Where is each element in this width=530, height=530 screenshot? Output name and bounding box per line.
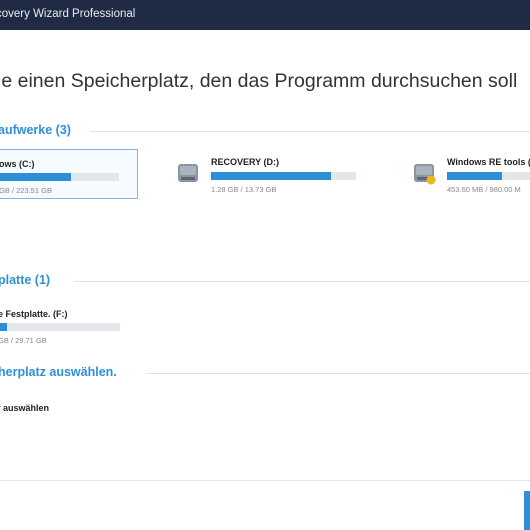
- drive-name: ows (C:): [0, 159, 35, 169]
- hard-drive-icon: [178, 164, 198, 182]
- location-section-header: herplatz auswählen.: [0, 365, 530, 385]
- windows-badge-icon: [426, 175, 436, 185]
- drive-c-card[interactable]: ows (C:) GB / 223.51 GB: [0, 149, 138, 199]
- drive-name: Windows RE tools (*: [447, 157, 530, 167]
- select-folder-option[interactable]: r auswählen: [0, 403, 49, 413]
- drive-usage-bar: [0, 323, 120, 331]
- drive-f-card[interactable]: e Festplatte. (F:) GB / 29.71 GB: [0, 300, 136, 348]
- drive-usage-fill: [0, 173, 71, 181]
- drive-d-card[interactable]: RECOVERY (D:) 1.28 GB / 13.73 GB: [174, 149, 374, 197]
- location-section-title: herplatz auswählen.: [0, 365, 127, 379]
- drive-usage-fill: [0, 323, 7, 331]
- hard-drive-icon: [414, 164, 436, 185]
- title-bar: covery Wizard Professional: [0, 0, 530, 30]
- drive-size: GB / 29.71 GB: [0, 336, 47, 345]
- drive-usage-fill: [447, 172, 503, 180]
- drive-size: 1.28 GB / 13.73 GB: [211, 185, 277, 194]
- drive-usage-bar: [0, 173, 119, 181]
- drive-re-tools-card[interactable]: Windows RE tools (* 453.60 MB / 980.00 M: [410, 149, 530, 197]
- drives-section-title: aufwerke (3): [0, 123, 81, 137]
- window-title: covery Wizard Professional: [0, 8, 136, 20]
- footer-divider: [0, 480, 530, 481]
- drive-name: RECOVERY (D:): [211, 157, 280, 167]
- drive-size: 453.60 MB / 980.00 M: [447, 185, 521, 194]
- drive-usage-bar: [211, 172, 356, 180]
- drives-section-header: aufwerke (3): [0, 123, 530, 143]
- section-divider: [74, 281, 530, 282]
- drive-name: e Festplatte. (F:): [0, 309, 68, 319]
- external-section-header: platte (1): [0, 273, 530, 293]
- external-section-title: platte (1): [0, 273, 61, 287]
- section-divider: [90, 131, 530, 132]
- page-heading: ie einen Speicherplatz, den das Programm…: [0, 70, 518, 92]
- drive-usage-bar: [447, 172, 530, 180]
- drive-size: GB / 223.51 GB: [0, 186, 52, 195]
- scan-button[interactable]: [524, 491, 530, 530]
- drive-usage-fill: [211, 172, 332, 180]
- section-divider: [146, 373, 530, 374]
